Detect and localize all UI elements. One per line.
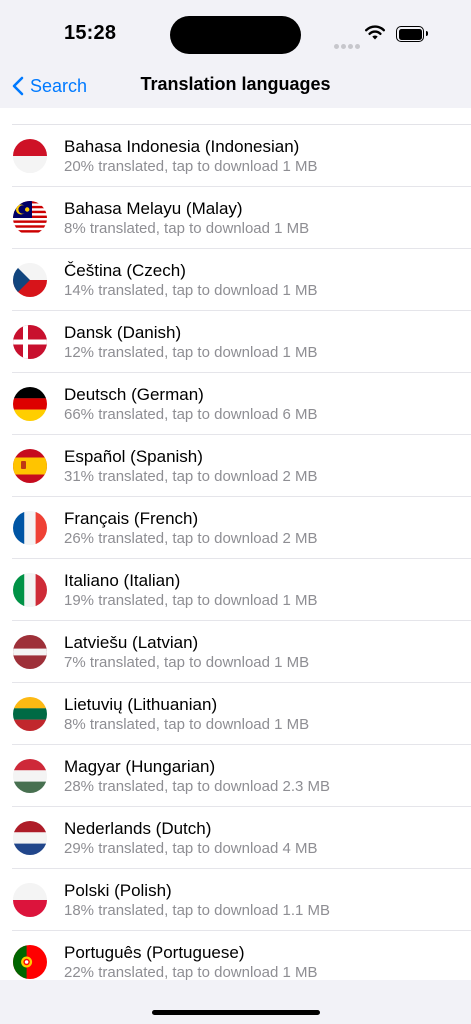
language-detail: 31% translated, tap to download 2 MB (64, 468, 318, 485)
language-detail: 26% translated, tap to download 2 MB (64, 530, 318, 547)
language-detail: 8% translated, tap to download 1 MB (64, 716, 310, 733)
language-name: Polski (Polish) (64, 881, 172, 900)
list-item[interactable]: Français (French) 26% translated, tap to… (0, 497, 471, 559)
list-item[interactable]: Bahasa Indonesia (Indonesian) 20% transl… (0, 125, 471, 187)
portugal-flag-icon (13, 945, 47, 979)
language-name: Português (Portuguese) (64, 943, 245, 962)
list-item[interactable]: Čeština (Czech) 14% translated, tap to d… (0, 249, 471, 311)
language-detail: 14% translated, tap to download 1 MB (64, 282, 318, 299)
list-item[interactable]: Magyar (Hungarian) 28% translated, tap t… (0, 745, 471, 807)
language-detail: 18% translated, tap to download 1.1 MB (64, 902, 331, 919)
wifi-icon (364, 24, 386, 46)
list-item[interactable]: Deutsch (German) 66% translated, tap to … (0, 373, 471, 435)
france-flag-icon (13, 511, 47, 545)
dynamic-island (170, 16, 301, 54)
language-detail: 28% translated, tap to download 2.3 MB (64, 778, 331, 795)
cellular-signal-icon (334, 36, 362, 54)
language-name: Italiano (Italian) (64, 571, 181, 590)
language-name: Français (French) (64, 509, 199, 528)
list-item[interactable]: Bahasa Melayu (Malay) 8% translated, tap… (0, 187, 471, 249)
language-name: Latviešu (Latvian) (64, 633, 199, 652)
italy-flag-icon (13, 573, 47, 607)
list-item[interactable]: Lietuvių (Lithuanian) 8% translated, tap… (0, 683, 471, 745)
czech-flag-icon (13, 263, 47, 297)
denmark-flag-icon (13, 325, 47, 359)
list-item[interactable]: Español (Spanish) 31% translated, tap to… (0, 435, 471, 497)
language-detail: 22% translated, tap to download 1 MB (64, 964, 318, 980)
language-detail: 12% translated, tap to download 1 MB (64, 344, 318, 361)
list-item[interactable]: Dansk (Danish) 12% translated, tap to do… (0, 311, 471, 373)
language-name: Dansk (Danish) (64, 323, 182, 342)
screen: 15:28 Search Translation languages Bahas… (0, 0, 471, 1024)
language-name: Bahasa Melayu (Malay) (64, 199, 243, 218)
language-name: Nederlands (Dutch) (64, 819, 212, 838)
status-bar: 15:28 (0, 0, 471, 64)
language-list: Bahasa Indonesia (Indonesian) 20% transl… (0, 108, 471, 980)
language-detail: 7% translated, tap to download 1 MB (64, 654, 310, 671)
language-name: Lietuvių (Lithuanian) (64, 695, 218, 714)
bottom-safe-area (0, 980, 471, 1024)
language-name: Bahasa Indonesia (Indonesian) (64, 137, 300, 156)
lithuania-flag-icon (13, 697, 47, 731)
list-item[interactable]: Polski (Polish) 18% translated, tap to d… (0, 869, 471, 931)
status-time: 15:28 (64, 22, 117, 44)
hungary-flag-icon (13, 759, 47, 793)
list-item[interactable]: Latviešu (Latvian) 7% translated, tap to… (0, 621, 471, 683)
germany-flag-icon (13, 387, 47, 421)
language-name: Deutsch (German) (64, 385, 204, 404)
list-item[interactable]: Nederlands (Dutch) 29% translated, tap t… (0, 807, 471, 869)
spain-flag-icon (13, 449, 47, 483)
navigation-bar: Search Translation languages (0, 64, 471, 108)
page-title: Translation languages (140, 74, 331, 94)
language-name: Español (Spanish) (64, 447, 203, 466)
language-detail: 66% translated, tap to download 6 MB (64, 406, 318, 423)
latvia-flag-icon (13, 635, 47, 669)
indonesia-flag-icon (13, 139, 47, 173)
list-item[interactable]: Italiano (Italian) 19% translated, tap t… (0, 559, 471, 621)
language-name: Magyar (Hungarian) (64, 757, 216, 776)
poland-flag-icon (13, 883, 47, 917)
language-detail: 29% translated, tap to download 4 MB (64, 840, 318, 857)
language-detail: 20% translated, tap to download 1 MB (64, 158, 318, 175)
language-detail: 19% translated, tap to download 1 MB (64, 592, 318, 609)
malaysia-flag-icon (13, 201, 47, 235)
home-indicator[interactable] (152, 1010, 320, 1015)
language-detail: 8% translated, tap to download 1 MB (64, 220, 310, 237)
language-name: Čeština (Czech) (64, 261, 186, 280)
netherlands-flag-icon (13, 821, 47, 855)
list-item[interactable]: Português (Portuguese) 22% translated, t… (0, 931, 471, 980)
battery-icon (396, 26, 428, 42)
